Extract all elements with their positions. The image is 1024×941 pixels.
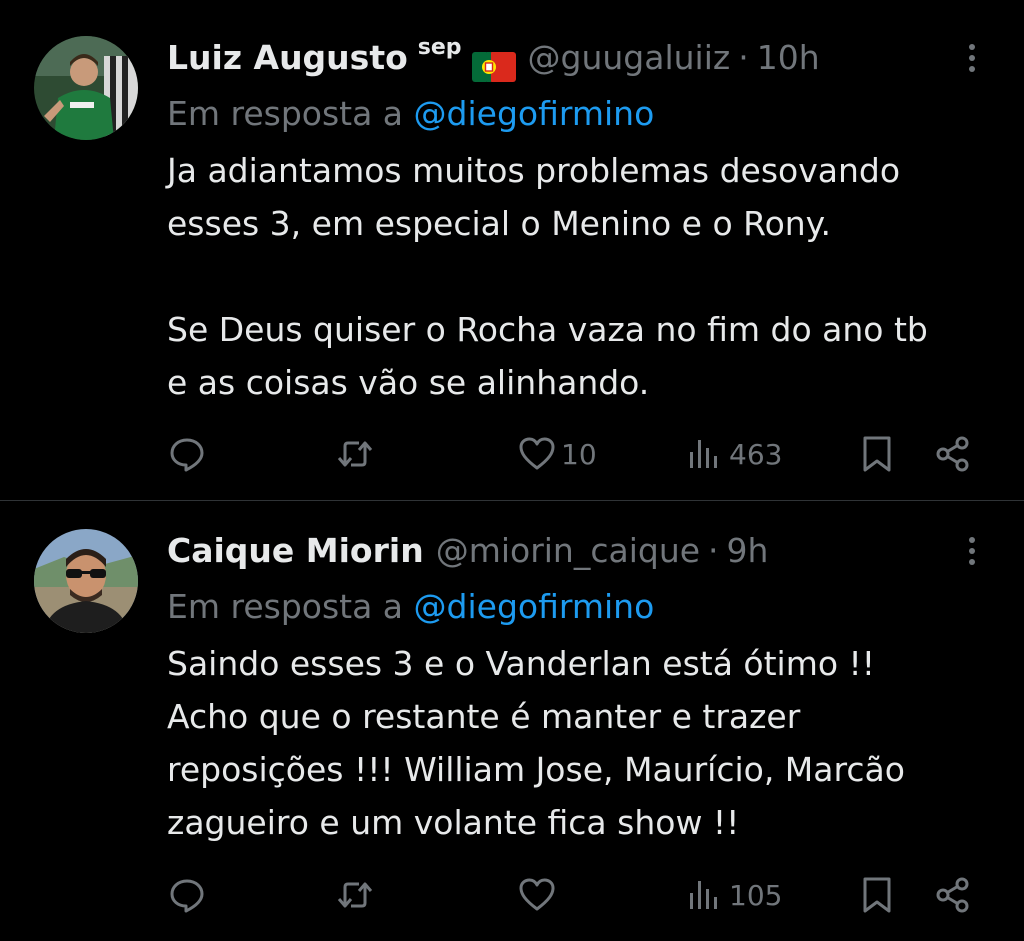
share-button[interactable] [933, 871, 973, 919]
separator-dot: · [708, 531, 719, 570]
reply-feed: Luiz Augusto sep @guugaluiiz · 10h Em re… [0, 0, 1024, 941]
share-icon [936, 877, 969, 913]
reply-button[interactable] [167, 430, 207, 478]
tweet-actions: 10 463 [167, 430, 977, 478]
tweet-content: Caique Miorin @miorin_caique · 9h Em res… [167, 523, 994, 849]
views-icon [690, 440, 717, 468]
avatar[interactable] [34, 529, 138, 633]
more-icon[interactable] [960, 531, 984, 571]
bookmark-icon [863, 436, 891, 472]
display-name-suffix: sep [417, 35, 462, 60]
views-button[interactable]: 463 [685, 430, 782, 478]
avatar-image [34, 529, 138, 633]
like-button[interactable] [517, 871, 561, 919]
portugal-flag-icon [471, 43, 516, 82]
retweet-button[interactable] [335, 430, 375, 478]
tweet-header: Caique Miorin @miorin_caique · 9h [167, 523, 994, 579]
reply-icon [170, 879, 204, 913]
reply-mention-link[interactable]: @diegofirmino [414, 587, 655, 626]
tweet-header: Luiz Augusto sep @guugaluiiz · 10h [167, 30, 994, 86]
avatar-image [34, 36, 138, 140]
tweet-actions: 105 [167, 871, 977, 919]
more-icon[interactable] [960, 38, 984, 78]
reply-context: Em resposta a @diegofirmino [167, 86, 994, 142]
tweet-text: Ja adiantamos muitos problemas desovando… [167, 151, 928, 402]
retweet-icon [337, 882, 373, 908]
display-name[interactable]: Caique Miorin [167, 523, 424, 579]
reply-icon [170, 438, 204, 472]
avatar[interactable] [34, 36, 138, 140]
retweet-icon [337, 441, 373, 467]
bookmark-button[interactable] [857, 871, 897, 919]
reply-mention-link[interactable]: @diegofirmino [414, 94, 655, 133]
timestamp[interactable]: 10h [757, 30, 820, 86]
retweet-button[interactable] [335, 871, 375, 919]
separator-dot: · [738, 38, 749, 77]
bookmark-icon [863, 877, 891, 913]
like-count: 10 [561, 437, 597, 471]
views-button[interactable]: 105 [685, 871, 782, 919]
user-handle[interactable]: @miorin_caique [436, 523, 700, 579]
views-count: 105 [729, 878, 783, 912]
views-count: 463 [729, 437, 783, 471]
heart-icon [519, 878, 555, 911]
display-name[interactable]: Luiz Augusto [167, 30, 408, 86]
tweet[interactable]: Caique Miorin @miorin_caique · 9h Em res… [0, 501, 1024, 941]
views-icon [690, 881, 717, 909]
reply-button[interactable] [167, 871, 207, 919]
reply-context: Em resposta a @diegofirmino [167, 579, 994, 635]
like-button[interactable]: 10 [517, 430, 597, 478]
share-button[interactable] [933, 430, 973, 478]
share-icon [936, 436, 969, 472]
heart-icon [519, 437, 555, 470]
reply-prefix: Em resposta a [167, 587, 414, 626]
user-handle[interactable]: @guugaluiiz [528, 30, 731, 86]
timestamp[interactable]: 9h [727, 523, 769, 579]
tweet[interactable]: Luiz Augusto sep @guugaluiiz · 10h Em re… [0, 0, 1024, 501]
reply-prefix: Em resposta a [167, 94, 414, 133]
bookmark-button[interactable] [857, 430, 897, 478]
tweet-content: Luiz Augusto sep @guugaluiiz · 10h Em re… [167, 30, 994, 409]
tweet-text: Saindo esses 3 e o Vanderlan está ótimo … [167, 644, 905, 842]
